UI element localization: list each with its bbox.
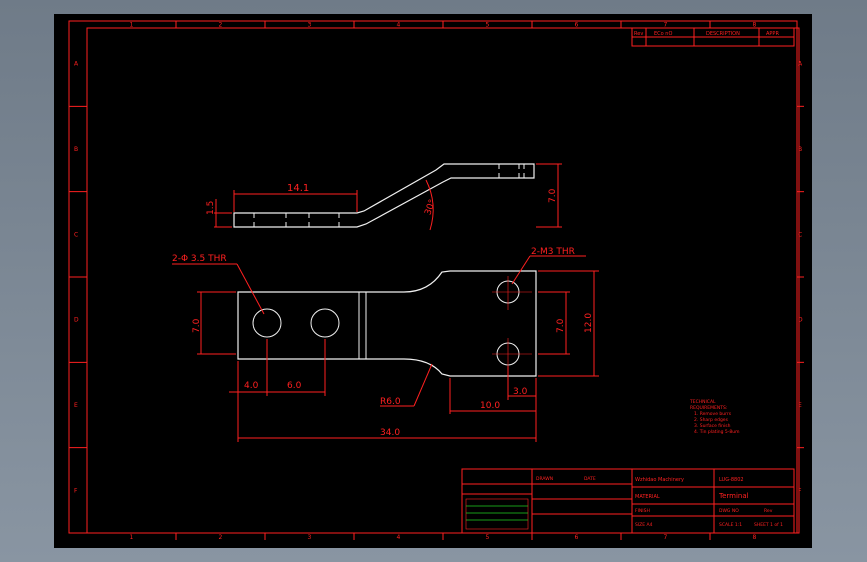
- dim-fillet: R6.0: [380, 397, 401, 407]
- technical-notes: TECHNICAL REQUIREMENTS: 1. Remove burrs …: [689, 399, 739, 435]
- dim-hole-pitch: 6.0: [287, 381, 302, 391]
- tb-drawn: DRAWN: [536, 476, 553, 482]
- revision-table: Rev ECo nO DESCRIPTION APPR: [631, 27, 795, 47]
- tb-rev: Rev: [764, 508, 773, 514]
- zone-col-label: 5: [486, 22, 490, 29]
- zone-col-label: 5: [486, 534, 490, 541]
- top-view: 2-Φ 3.5 THR 2-M3 THR 7.0 7.0 12.0 4.0 6.…: [172, 247, 599, 442]
- note-taps: 2-M3 THR: [531, 247, 575, 257]
- zone-col-label: 1: [130, 22, 134, 29]
- zone-row-label: A: [74, 61, 79, 68]
- tb-scale: SCALE 1:1: [719, 522, 742, 528]
- zone-row-label: F: [74, 487, 78, 494]
- zone-col-label: 4: [397, 22, 401, 29]
- hole-2: [310, 308, 340, 338]
- tb-size: SIZE A4: [635, 522, 653, 528]
- eco-header: ECo nO: [654, 31, 672, 37]
- dim-left-width: 7.0: [192, 318, 202, 333]
- note-holes: 2-Φ 3.5 THR: [172, 254, 227, 264]
- dim-hole-offset: 4.0: [244, 381, 259, 391]
- zone-row-label: D: [798, 317, 803, 324]
- tb-date: DATE: [584, 476, 596, 482]
- zone-row-label: E: [74, 402, 78, 409]
- hole-1: [252, 308, 282, 338]
- tb-company: Wzhidao Machinery: [635, 477, 684, 483]
- side-view: 14.1 1.5 7.0 30°: [206, 163, 562, 231]
- zone-col-label: 8: [753, 534, 757, 541]
- cad-drawing: 1 2 3 4 5 6 7 8 1 2 3 4 5 6 7 8 A B C D E F A B C D E F Rev ECo …: [68, 20, 804, 541]
- tb-finish: FINISH: [635, 508, 650, 514]
- zone-row-label: E: [798, 402, 802, 409]
- dim-side-height: 7.0: [548, 188, 558, 203]
- zone-row-label: B: [74, 146, 78, 153]
- dim-tap-offset: 3.0: [513, 387, 528, 397]
- zone-col-label: 8: [753, 22, 757, 29]
- drawing-canvas: 1 2 3 4 5 6 7 8 1 2 3 4 5 6 7 8 A B C D E F A B C D E F Rev ECo …: [54, 14, 812, 548]
- zone-row-label: D: [74, 317, 79, 324]
- zone-col-label: 7: [664, 22, 668, 29]
- zone-columns-bottom: 1 2 3 4 5 6 7 8: [130, 533, 757, 541]
- tb-dwg-no: DWG NO: [719, 508, 739, 514]
- zone-col-label: 1: [130, 534, 134, 541]
- zone-row-label: C: [74, 231, 78, 238]
- dim-right-width: 12.0: [584, 313, 594, 333]
- svg-text:1. Remove burrs: 1. Remove burrs: [694, 411, 732, 417]
- zone-row-label: F: [798, 487, 802, 494]
- zone-rows-right: A B C D E F: [797, 61, 804, 494]
- zone-row-label: B: [798, 146, 802, 153]
- tb-part-name: Terminal: [718, 492, 749, 500]
- zone-row-label: A: [798, 61, 803, 68]
- zone-col-label: 6: [575, 22, 579, 29]
- dim-side-angle: 30°: [423, 198, 438, 216]
- dim-side-length: 14.1: [287, 183, 309, 194]
- tb-material: MATERIAL: [635, 494, 660, 500]
- rev-header: Rev: [634, 31, 643, 37]
- zone-col-label: 7: [664, 534, 668, 541]
- svg-text:REQUIREMENTS:: REQUIREMENTS:: [690, 405, 727, 411]
- zone-col-label: 2: [219, 534, 223, 541]
- zone-col-label: 4: [397, 534, 401, 541]
- svg-text:4. Tin plating 5-8um: 4. Tin plating 5-8um: [694, 429, 739, 435]
- svg-text:TECHNICAL: TECHNICAL: [689, 399, 716, 405]
- zone-columns-top: 1 2 3 4 5 6 7 8: [130, 21, 757, 29]
- tb-sheet: SHEET 1 of 1: [754, 522, 783, 528]
- appr-header: APPR: [766, 31, 779, 37]
- title-block: Wzhidao Machinery LUG-8802 MATERIAL Term…: [461, 468, 795, 534]
- inner-frame: [86, 27, 800, 534]
- svg-text:2. Sharp edges: 2. Sharp edges: [694, 417, 729, 423]
- zone-row-label: C: [798, 231, 802, 238]
- zone-rows-left: A B C D E F: [69, 61, 87, 494]
- tb-part-no: LUG-8802: [719, 477, 744, 483]
- svg-text:3. Surface finish: 3. Surface finish: [694, 423, 731, 429]
- dim-right-length: 10.0: [480, 401, 500, 411]
- dim-right-hole-spacing: 7.0: [556, 318, 566, 333]
- zone-col-label: 3: [308, 22, 312, 29]
- zone-col-label: 3: [308, 534, 312, 541]
- desc-header: DESCRIPTION: [706, 31, 740, 37]
- zone-col-label: 6: [575, 534, 579, 541]
- zone-col-label: 2: [219, 22, 223, 29]
- outer-border: [68, 20, 798, 534]
- dim-side-thickness: 1.5: [206, 201, 216, 215]
- dim-overall-length: 34.0: [380, 428, 400, 438]
